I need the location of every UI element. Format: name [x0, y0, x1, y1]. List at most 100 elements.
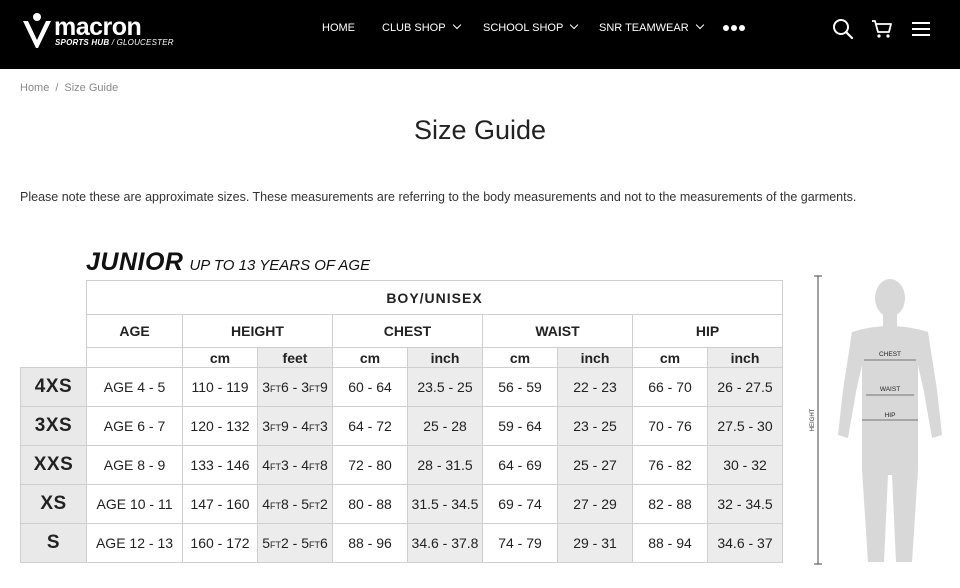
column-header-chest: CHEST — [332, 314, 483, 348]
age-cell: AGE 6 - 7 — [86, 406, 183, 446]
menu-icon[interactable] — [910, 18, 932, 40]
size-label: 3XS — [20, 406, 87, 446]
group-header: BOY/UNISEX — [86, 280, 783, 315]
hip-inch-cell: 26 - 27.5 — [707, 367, 783, 407]
nav-home[interactable]: HOME — [322, 22, 355, 34]
breadcrumb-home-link[interactable]: Home — [20, 82, 49, 94]
size-chart-table: BOY/UNISEX AGE HEIGHT CHEST WAIST HIP cm… — [20, 280, 783, 563]
age-cell: AGE 10 - 11 — [86, 484, 183, 524]
macron-hero-icon — [23, 13, 51, 48]
hip-inch-cell: 32 - 34.5 — [707, 484, 783, 524]
age-cell: AGE 8 - 9 — [86, 445, 183, 485]
table-row: S AGE 12 - 13 160 - 172 5FT2 - 5FT6 88 -… — [20, 523, 783, 563]
table-row: XXS AGE 8 - 9 133 - 146 4FT3 - 4FT8 72 -… — [20, 445, 783, 485]
unit-feet: feet — [257, 347, 333, 368]
hip-inch-cell: 30 - 32 — [707, 445, 783, 485]
nav-club-shop[interactable]: CLUB SHOP — [382, 20, 461, 34]
chart-title-main: JUNIOR — [86, 248, 184, 276]
table-row: 4XS AGE 4 - 5 110 - 119 3FT6 - 3FT9 60 -… — [20, 367, 783, 407]
chest-inch-cell: 25 - 28 — [407, 406, 483, 446]
logo-subtitle: SPORTS HUB / GLOUCESTER — [55, 38, 174, 47]
height-feet-cell: 4FT3 - 4FT8 — [257, 445, 333, 485]
chart-title-sub: UP TO 13 YEARS OF AGE — [189, 257, 371, 274]
unit-cm: cm — [482, 347, 558, 368]
search-icon[interactable] — [832, 18, 854, 40]
unit-cm: cm — [182, 347, 258, 368]
chest-inch-cell: 31.5 - 34.5 — [407, 484, 483, 524]
column-header-age: AGE — [86, 314, 183, 348]
waist-cm-cell: 59 - 64 — [482, 406, 558, 446]
waist-inch-cell: 25 - 27 — [557, 445, 633, 485]
nav-snr-teamwear[interactable]: SNR TEAMWEAR — [599, 20, 704, 34]
chest-inch-cell: 28 - 31.5 — [407, 445, 483, 485]
size-note: Please note these are approximate sizes.… — [20, 190, 857, 204]
breadcrumb-current: Size Guide — [64, 82, 119, 94]
waist-cm-cell: 56 - 59 — [482, 367, 558, 407]
hip-cm-cell: 70 - 76 — [632, 406, 708, 446]
size-label: XS — [20, 484, 87, 524]
waist-inch-cell: 29 - 31 — [557, 523, 633, 563]
unit-cell-empty — [86, 347, 183, 368]
hip-cm-cell: 88 - 94 — [632, 523, 708, 563]
waist-inch-cell: 23 - 25 — [557, 406, 633, 446]
breadcrumb-separator: / — [55, 82, 59, 94]
size-chart-title: JUNIOR UP TO 13 YEARS OF AGE — [86, 248, 370, 277]
waist-inch-cell: 27 - 29 — [557, 484, 633, 524]
size-label: 4XS — [20, 367, 87, 407]
unit-cm: cm — [632, 347, 708, 368]
chevron-down-icon — [695, 20, 704, 30]
human-silhouette — [838, 279, 942, 562]
nav-school-shop[interactable]: SCHOOL SHOP — [483, 20, 579, 34]
page-title: Size Guide — [413, 115, 547, 145]
table-row: 3XS AGE 6 - 7 120 - 132 3FT9 - 4FT3 64 -… — [20, 406, 783, 446]
height-indicator: HEIGHT — [810, 275, 822, 565]
waist-inch-cell: 22 - 23 — [557, 367, 633, 407]
hip-label: HIP — [885, 412, 896, 419]
chevron-down-icon — [570, 20, 579, 30]
hip-cm-cell: 76 - 82 — [632, 445, 708, 485]
column-header-hip: HIP — [632, 314, 783, 348]
age-cell: AGE 12 - 13 — [86, 523, 183, 563]
unit-cm: cm — [332, 347, 408, 368]
height-label: HEIGHT — [810, 408, 816, 431]
height-cm-cell: 133 - 146 — [182, 445, 258, 485]
column-header-waist: WAIST — [482, 314, 633, 348]
waist-cm-cell: 74 - 79 — [482, 523, 558, 563]
height-cm-cell: 160 - 172 — [182, 523, 258, 563]
more-dots-icon[interactable] — [723, 25, 745, 33]
chest-cm-cell: 88 - 96 — [332, 523, 408, 563]
top-navigation-bar: macron SPORTS HUB / GLOUCESTER HOME CLUB… — [0, 0, 960, 69]
waist-label: WAIST — [880, 386, 900, 393]
chest-inch-cell: 34.6 - 37.8 — [407, 523, 483, 563]
size-label: S — [20, 523, 87, 563]
waist-cm-cell: 69 - 74 — [482, 484, 558, 524]
hip-cm-cell: 66 - 70 — [632, 367, 708, 407]
waist-cm-cell: 64 - 69 — [482, 445, 558, 485]
column-header-height: HEIGHT — [182, 314, 333, 348]
height-feet-cell: 5FT2 - 5FT6 — [257, 523, 333, 563]
cart-icon[interactable] — [871, 18, 893, 40]
unit-inch: inch — [707, 347, 783, 368]
chest-cm-cell: 72 - 80 — [332, 445, 408, 485]
unit-inch: inch — [407, 347, 483, 368]
height-cm-cell: 110 - 119 — [182, 367, 258, 407]
age-cell: AGE 4 - 5 — [86, 367, 183, 407]
hip-inch-cell: 27.5 - 30 — [707, 406, 783, 446]
chest-inch-cell: 23.5 - 25 — [407, 367, 483, 407]
chest-label: CHEST — [879, 351, 901, 358]
height-cm-cell: 120 - 132 — [182, 406, 258, 446]
macron-logo[interactable]: macron SPORTS HUB / GLOUCESTER — [22, 10, 182, 58]
body-measurement-figure: HEIGHT CHEST WAIST HIP — [810, 275, 942, 565]
table-row: XS AGE 10 - 11 147 - 160 4FT8 - 5FT2 80 … — [20, 484, 783, 524]
hip-cm-cell: 82 - 88 — [632, 484, 708, 524]
breadcrumb: Home / Size Guide — [20, 82, 118, 94]
unit-inch: inch — [557, 347, 633, 368]
height-feet-cell: 4FT8 - 5FT2 — [257, 484, 333, 524]
chest-cm-cell: 80 - 88 — [332, 484, 408, 524]
chest-cm-cell: 60 - 64 — [332, 367, 408, 407]
chevron-down-icon — [452, 20, 461, 30]
height-feet-cell: 3FT9 - 4FT3 — [257, 406, 333, 446]
hip-inch-cell: 34.6 - 37 — [707, 523, 783, 563]
chest-cm-cell: 64 - 72 — [332, 406, 408, 446]
height-cm-cell: 147 - 160 — [182, 484, 258, 524]
